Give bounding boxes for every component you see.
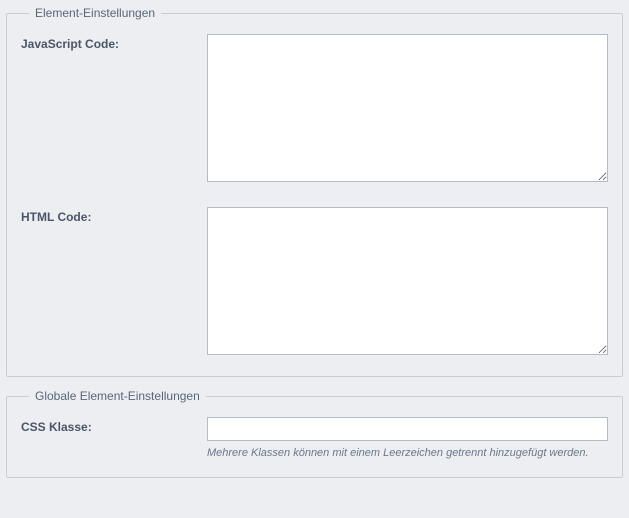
global-element-settings-legend: Globale Element-Einstellungen bbox=[29, 389, 206, 403]
js-code-field-col bbox=[207, 34, 608, 185]
html-code-row: HTML Code: bbox=[21, 207, 608, 358]
settings-panel: Element-Einstellungen JavaScript Code: H… bbox=[0, 0, 629, 496]
css-class-field-col: Mehrere Klassen können mit einem Leerzei… bbox=[207, 417, 608, 459]
html-code-field-col bbox=[207, 207, 608, 358]
element-settings-legend: Element-Einstellungen bbox=[29, 6, 161, 20]
css-class-row: CSS Klasse: Mehrere Klassen können mit e… bbox=[21, 417, 608, 459]
js-code-row: JavaScript Code: bbox=[21, 34, 608, 185]
html-code-textarea[interactable] bbox=[207, 207, 608, 355]
html-code-label: HTML Code: bbox=[21, 207, 207, 224]
css-class-input[interactable] bbox=[207, 417, 608, 441]
global-element-settings-fieldset: Globale Element-Einstellungen CSS Klasse… bbox=[6, 389, 623, 478]
js-code-label: JavaScript Code: bbox=[21, 34, 207, 51]
css-class-label: CSS Klasse: bbox=[21, 417, 207, 434]
css-class-helper-text: Mehrere Klassen können mit einem Leerzei… bbox=[207, 447, 608, 459]
element-settings-fieldset: Element-Einstellungen JavaScript Code: H… bbox=[6, 6, 623, 377]
js-code-textarea[interactable] bbox=[207, 34, 608, 182]
